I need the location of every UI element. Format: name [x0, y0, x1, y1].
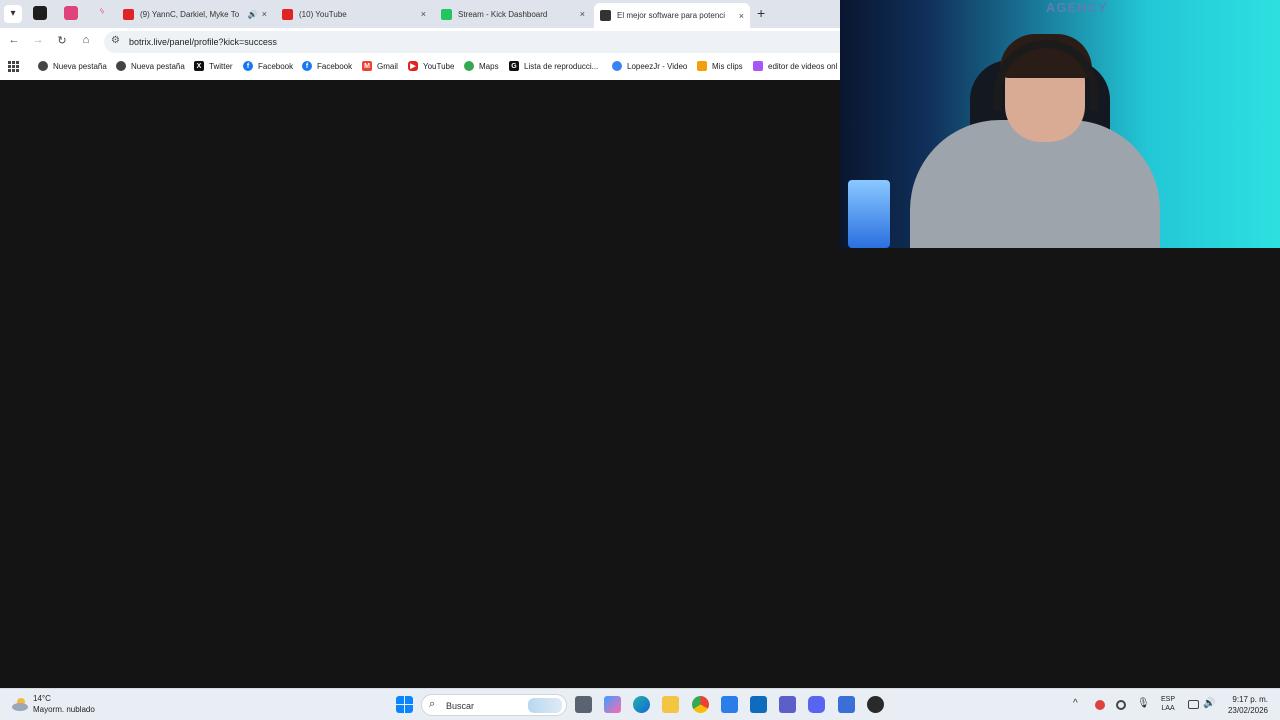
bookmark-nueva-pestana-1[interactable]: Nueva pestaña [38, 61, 107, 71]
botrix-icon [600, 10, 611, 21]
bookmark-editor-videos[interactable]: editor de videos onl [753, 61, 837, 71]
x-icon: X [194, 61, 204, 71]
tab-strip: ▾ ᛃ (9) YannC, Darkiel, Myke To 🔊 × (10)… [0, 0, 840, 28]
tab-title: Stream - Kick Dashboard [458, 9, 548, 19]
bookmark-youtube[interactable]: ▶ YouTube [408, 61, 454, 71]
tray-sync-icon[interactable] [1116, 700, 1126, 710]
tray-app-icon[interactable] [1095, 700, 1105, 710]
wall-sign: AGENCY [1046, 0, 1108, 15]
tab-title: El mejor software para potenci [617, 11, 726, 20]
bookmark-mis-clips[interactable]: Mis clips [697, 61, 743, 71]
store-icon[interactable] [721, 696, 738, 713]
back-button[interactable]: ← [6, 34, 22, 46]
facebook-icon: f [243, 61, 253, 71]
close-icon[interactable]: × [262, 9, 267, 19]
windows-start-icon[interactable] [396, 696, 413, 713]
search-highlight-image [528, 698, 562, 713]
clips-icon [697, 61, 707, 71]
clock-time: 9:17 p. m. [1232, 695, 1268, 704]
editor-icon [753, 61, 763, 71]
bookmark-facebook-2[interactable]: f Facebook [302, 61, 352, 71]
clock-date: 23/02/2026 [1227, 706, 1268, 715]
bookmark-lista-reproduccion[interactable]: G Lista de reproducci... [509, 61, 598, 71]
tab-youtube[interactable]: (10) YouTube × [276, 3, 432, 25]
taskbar: 14°C Mayorm. nublado ⌕ Buscar ^ 🎙 ESP LA… [0, 688, 1280, 720]
bookmark-maps[interactable]: Maps [464, 61, 499, 71]
youtube-icon [282, 8, 293, 20]
language-code: ESP [1161, 696, 1176, 703]
webcam-overlay: AGENCY [840, 0, 1280, 248]
bookmark-gmail[interactable]: M Gmail [362, 61, 398, 71]
address-bar[interactable]: ⚙ botrix.live/panel/profile?kick=success [104, 31, 840, 53]
cloudy-weather-icon[interactable] [11, 695, 29, 713]
gmail-icon: M [362, 61, 372, 71]
bookmark-lopeezjr[interactable]: LopeezJr - Video [612, 61, 687, 71]
weather-temperature[interactable]: 14°C [33, 694, 51, 703]
home-button[interactable]: ⌂ [78, 34, 94, 46]
bookmark-nueva-pestana-2[interactable]: Nueva pestaña [116, 61, 185, 71]
address-url[interactable]: botrix.live/panel/profile?kick=success [129, 37, 277, 47]
tab-title: (9) YannC, Darkiel, Myke To [140, 9, 240, 19]
bookmark-twitter[interactable]: X Twitter [194, 61, 233, 71]
discord-icon[interactable] [808, 696, 825, 713]
maps-icon [464, 61, 474, 71]
bookmarks-bar: Nueva pestaña Nueva pestaña X Twitter f Fa… [0, 56, 840, 80]
keyboard-layout: LAA [1161, 705, 1175, 712]
video-icon [612, 61, 622, 71]
close-icon[interactable]: × [580, 9, 585, 19]
browser-window: ▾ ᛃ (9) YannC, Darkiel, Myke To 🔊 × (10)… [0, 0, 840, 80]
kick-icon [441, 8, 452, 20]
facebook-icon: f [302, 61, 312, 71]
display-icon[interactable] [1188, 700, 1199, 709]
pinned-tab-2[interactable] [64, 6, 78, 20]
tab-search-button[interactable]: ▾ [4, 5, 22, 23]
audio-icon[interactable]: 🔊 [248, 10, 258, 19]
list-icon: G [509, 61, 519, 71]
new-tab-button[interactable]: + [757, 5, 765, 21]
weather-description[interactable]: Mayorm. nublado [33, 705, 95, 714]
close-icon[interactable]: × [739, 11, 744, 21]
obs-related-icon[interactable] [838, 696, 855, 713]
youtube-icon: ▶ [408, 61, 418, 71]
taskbar-search[interactable]: ⌕ Buscar [421, 694, 567, 716]
tab-kick-dashboard[interactable]: Stream - Kick Dashboard × [435, 3, 591, 25]
task-view-icon[interactable] [575, 696, 592, 713]
teams-icon[interactable] [779, 696, 796, 713]
file-explorer-icon[interactable] [662, 696, 679, 713]
apps-grid-icon[interactable] [8, 61, 19, 72]
outlook-icon[interactable] [750, 696, 767, 713]
chrome-icon[interactable] [692, 696, 709, 713]
language-indicator[interactable]: ESP LAA [1161, 695, 1175, 713]
microphone-icon[interactable]: 🎙 [1137, 698, 1150, 709]
chrome-icon [116, 61, 126, 71]
page-content [0, 80, 840, 688]
youtube-icon [123, 8, 134, 20]
forward-button[interactable]: → [30, 34, 46, 46]
site-settings-icon[interactable]: ⚙ [111, 35, 120, 46]
volume-icon[interactable]: 🔊 [1203, 698, 1215, 709]
tab-youtube-playlist[interactable]: (9) YannC, Darkiel, Myke To 🔊 × [117, 3, 273, 25]
tab-title: (10) YouTube [299, 9, 347, 19]
pinned-tab-1[interactable] [33, 6, 47, 20]
show-hidden-icons-chevron[interactable]: ^ [1073, 698, 1078, 709]
bookmark-facebook-1[interactable]: f Facebook [243, 61, 293, 71]
copilot-icon[interactable] [604, 696, 621, 713]
search-placeholder: Buscar [446, 701, 475, 711]
globe-icon [38, 61, 48, 71]
search-icon: ⌕ [429, 698, 436, 710]
tab-botrix[interactable]: El mejor software para potenci × [594, 3, 750, 28]
desk-light [848, 180, 890, 248]
pinned-tab-3[interactable]: ᛃ [95, 6, 109, 20]
close-icon[interactable]: × [421, 9, 426, 19]
obs-studio-icon[interactable] [867, 696, 884, 713]
system-clock[interactable]: 9:17 p. m. 23/02/2026 [1222, 694, 1268, 716]
edge-icon[interactable] [633, 696, 650, 713]
reload-button[interactable]: ↻ [54, 34, 70, 47]
